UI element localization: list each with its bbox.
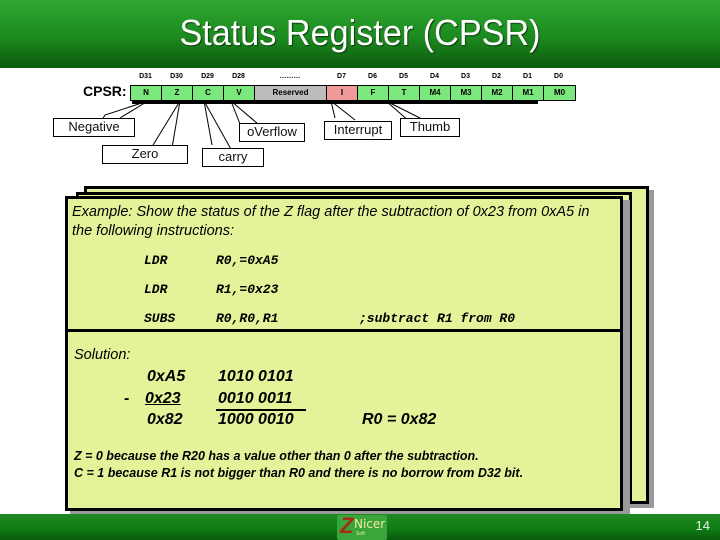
register-cell-m2: M2 <box>482 86 513 100</box>
leader-zero-b <box>171 100 181 149</box>
leader-zero <box>149 100 181 151</box>
logo-text: Nicer <box>354 517 386 531</box>
solution-hex-1: 0xA5 <box>147 368 186 385</box>
example-prompt: Example: Show the status of the Z flag a… <box>72 204 590 239</box>
register-cell-reserved: Reserved <box>255 86 327 100</box>
leader-carry <box>203 100 213 146</box>
register-cell-i: I <box>327 86 358 100</box>
bit-label-12: D0 <box>554 73 563 80</box>
solution-label: Solution: <box>74 347 131 363</box>
leader-carry-b <box>203 100 233 152</box>
bit-label-11: D1 <box>523 73 532 80</box>
bit-label-6: D6 <box>368 73 377 80</box>
explanation-z: Z = 0 because the R20 has a value other … <box>74 449 479 463</box>
leader-overflow-b <box>230 100 259 125</box>
leader-overflow <box>230 100 241 125</box>
example-card <box>65 196 623 511</box>
section-divider <box>68 329 623 332</box>
register-cell-m1: M1 <box>513 86 544 100</box>
minus-sign: - <box>124 390 130 407</box>
flag-zero-box: Zero <box>102 145 188 164</box>
code-args-2: R1,=0x23 <box>216 282 279 297</box>
register-cell-v: V <box>224 86 255 100</box>
bit-label-5: D7 <box>337 73 346 80</box>
bit-label-8: D4 <box>430 73 439 80</box>
explanation-c: C = 1 because R1 is not bigger than R0 a… <box>74 466 524 480</box>
solution-bin-1: 1010 0101 <box>218 368 294 385</box>
page-number: 14 <box>695 518 710 533</box>
bit-label-10: D2 <box>492 73 501 80</box>
solution-hex-3: 0x82 <box>147 411 183 428</box>
register-cell-t: T <box>389 86 420 100</box>
register-shadow <box>132 101 538 104</box>
flag-thumb-box: Thumb <box>400 118 460 137</box>
register-cell-f: F <box>358 86 389 100</box>
bit-label-7: D5 <box>399 73 408 80</box>
bit-label-0: D31 <box>139 73 152 80</box>
cpsr-register: N Z C V Reserved I F T M4 M3 M2 M1 M0 <box>130 85 576 101</box>
flag-overflow-box: oVerflow <box>239 123 305 142</box>
code-op-2: LDR <box>144 282 168 297</box>
cpsr-label: CPSR: <box>83 83 127 99</box>
bit-label-1: D30 <box>170 73 183 80</box>
title-bar: Status Register (CPSR) <box>0 0 720 68</box>
code-op-3: SUBS <box>144 311 176 326</box>
solution-bin-3: 1000 0010 <box>218 411 294 428</box>
bit-label-3: D28 <box>232 73 245 80</box>
slide-title: Status Register (CPSR) <box>179 12 541 53</box>
register-cell-z: Z <box>162 86 193 100</box>
bit-label-2: D29 <box>201 73 214 80</box>
register-cell-c: C <box>193 86 224 100</box>
solution-result: R0 = 0x82 <box>362 411 437 428</box>
code-args-3: R0,R0,R1 <box>216 311 279 326</box>
code-comment-3: ;subtract R1 from R0 <box>359 311 516 326</box>
register-cell-m4: M4 <box>420 86 451 100</box>
register-cell-m0: M0 <box>544 86 575 100</box>
flag-negative-box: Negative <box>53 118 135 137</box>
code-op-1: LDR <box>144 253 168 268</box>
register-cell-m3: M3 <box>451 86 482 100</box>
logo: Z Nicer Soft <box>337 513 387 540</box>
code-args-1: R0,=0xA5 <box>216 253 279 268</box>
logo-subtext: Soft <box>356 531 365 537</box>
register-cell-n: N <box>131 86 162 100</box>
logo-z-icon: Z <box>340 513 354 538</box>
solution-hex-2: 0x23 <box>145 390 181 407</box>
flag-interrupt-box: Interrupt <box>324 121 392 140</box>
bit-label-9: D3 <box>461 73 470 80</box>
flag-carry-box: carry <box>202 148 264 167</box>
bit-label-4: ……… <box>279 73 301 80</box>
solution-bin-2: 0010 0011 <box>218 390 293 407</box>
